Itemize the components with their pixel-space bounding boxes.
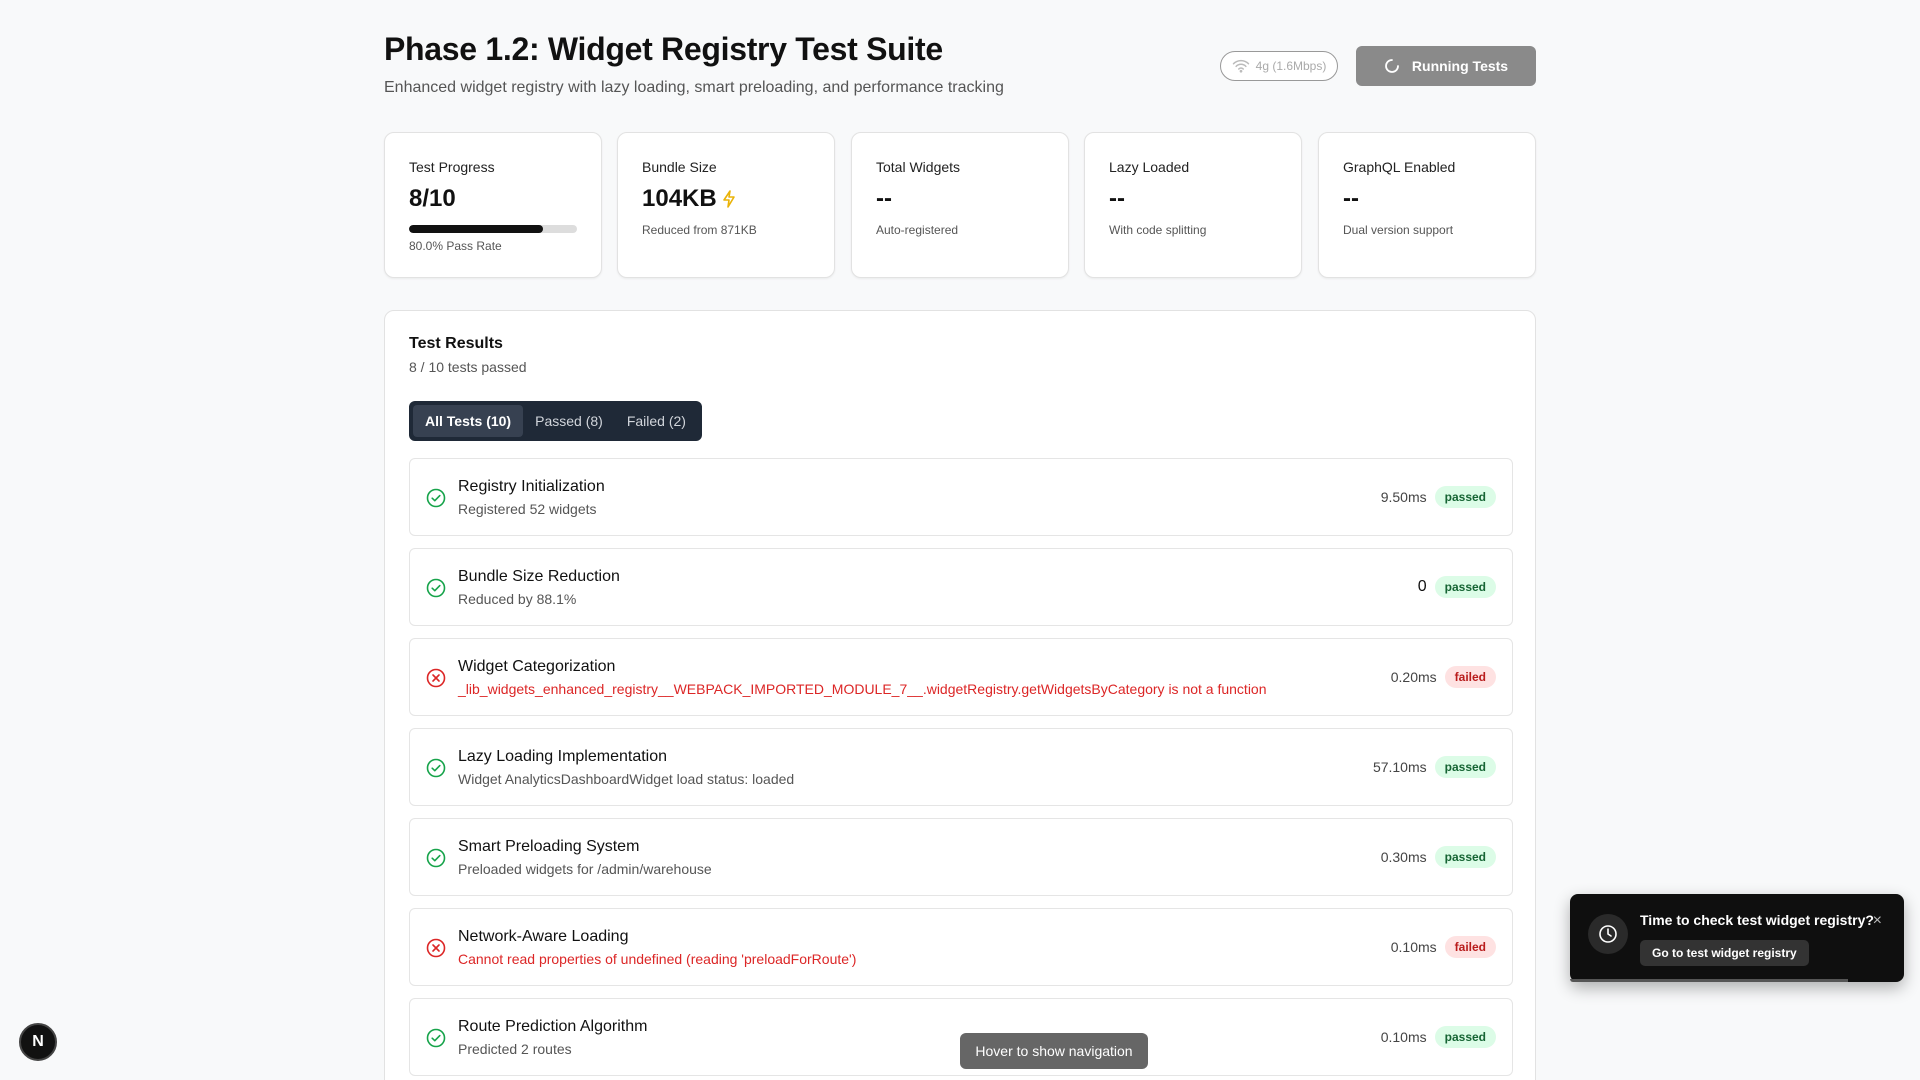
test-name: Widget Categorization: [458, 658, 616, 675]
stat-value: --: [1343, 185, 1359, 212]
status-badge: passed: [1434, 756, 1496, 778]
status-badge: passed: [1434, 846, 1496, 868]
test-detail: Registered 52 widgets: [458, 501, 597, 517]
stat-card-test-progress: Test Progress 8/10 80.0% Pass Rate: [384, 132, 602, 278]
check-circle-icon: [426, 848, 446, 868]
test-meta: 57.10ms passed: [1373, 756, 1496, 778]
stat-sub: Auto-registered: [876, 223, 959, 237]
status-badge: passed: [1434, 486, 1496, 508]
tab-all-tests[interactable]: All Tests (10): [413, 405, 524, 437]
run-tests-button[interactable]: Running Tests: [1356, 46, 1536, 86]
test-meta: 0.30ms passed: [1381, 846, 1496, 868]
stat-sub: With code splitting: [1109, 223, 1207, 237]
go-to-registry-button[interactable]: Go to test widget registry: [1640, 940, 1809, 966]
toast-timer-bar: [1570, 979, 1848, 982]
page-header: Phase 1.2: Widget Registry Test Suite En…: [384, 0, 1536, 132]
test-duration: 9.50ms: [1380, 489, 1427, 505]
stat-label: GraphQL Enabled: [1343, 159, 1456, 175]
test-detail: _lib_widgets_enhanced_registry__WEBPACK_…: [458, 681, 1267, 697]
page-subtitle: Enhanced widget registry with lazy loadi…: [384, 79, 1004, 96]
check-circle-icon: [426, 488, 446, 508]
run-tests-label: Running Tests: [1411, 58, 1509, 74]
stat-label: Lazy Loaded: [1109, 159, 1190, 175]
stat-sub: 80.0% Pass Rate: [409, 239, 502, 253]
stat-value: --: [1109, 185, 1125, 212]
stat-value: --: [876, 185, 892, 212]
test-detail: Widget AnalyticsDashboardWidget load sta…: [458, 771, 795, 787]
network-status-badge: 4g (1.6Mbps): [1220, 51, 1338, 81]
stat-label: Total Widgets: [876, 159, 961, 175]
bolt-icon: [722, 190, 735, 208]
tab-failed[interactable]: Failed (2): [615, 405, 698, 437]
test-row[interactable]: Network-Aware Loading Cannot read proper…: [409, 908, 1513, 986]
stat-value: 8/10: [409, 185, 456, 212]
stat-value: 104KB: [642, 185, 717, 212]
results-tabs: All Tests (10) Passed (8) Failed (2): [409, 401, 702, 441]
test-meta: 0.20ms failed: [1391, 666, 1496, 688]
test-duration: 0.10ms: [1390, 939, 1437, 955]
test-meta: 0.10ms passed: [1381, 1026, 1496, 1048]
x-circle-icon: [426, 938, 446, 958]
status-badge: failed: [1444, 936, 1496, 958]
network-label: 4g (1.6Mbps): [1255, 59, 1327, 73]
test-row[interactable]: Lazy Loading Implementation Widget Analy…: [409, 728, 1513, 806]
check-circle-icon: [426, 1028, 446, 1048]
main-container: Phase 1.2: Widget Registry Test Suite En…: [384, 0, 1536, 1080]
test-duration: 0.30ms: [1380, 849, 1427, 865]
reminder-toast: Time to check test widget registry? Go t…: [1570, 894, 1904, 982]
x-circle-icon: [426, 668, 446, 688]
test-row[interactable]: Smart Preloading System Preloaded widget…: [409, 818, 1513, 896]
check-circle-icon: [426, 758, 446, 778]
test-name: Registry Initialization: [458, 478, 605, 495]
close-icon[interactable]: ×: [1873, 912, 1882, 930]
test-detail: Preloaded widgets for /admin/warehouse: [458, 861, 712, 877]
test-duration: 57.10ms: [1372, 759, 1427, 775]
test-meta: 0 passed: [1418, 576, 1496, 598]
status-badge: failed: [1444, 666, 1496, 688]
test-name: Network-Aware Loading: [458, 928, 629, 945]
test-row[interactable]: Widget Categorization _lib_widgets_enhan…: [409, 638, 1513, 716]
stat-card-total-widgets: Total Widgets -- Auto-registered: [851, 132, 1069, 278]
spinner-icon: [1385, 59, 1399, 73]
tab-passed[interactable]: Passed (8): [523, 405, 615, 437]
stats-row: Test Progress 8/10 80.0% Pass Rate Bundl…: [384, 132, 1536, 278]
status-badge: passed: [1434, 576, 1496, 598]
clock-icon: [1588, 914, 1628, 954]
stat-card-lazy-loaded: Lazy Loaded -- With code splitting: [1084, 132, 1302, 278]
stat-sub: Dual version support: [1343, 223, 1454, 237]
test-meta: 9.50ms passed: [1381, 486, 1496, 508]
hover-nav-hint: Hover to show navigation: [960, 1033, 1148, 1069]
status-badge: passed: [1434, 1026, 1496, 1048]
results-title: Test Results: [409, 335, 503, 352]
test-duration: 0: [1417, 578, 1427, 595]
test-results-panel: Test Results 8 / 10 tests passed All Tes…: [384, 310, 1536, 1080]
test-detail: Cannot read properties of undefined (rea…: [458, 951, 857, 967]
test-duration: 0.20ms: [1390, 669, 1437, 685]
test-detail: Predicted 2 routes: [458, 1041, 572, 1057]
stat-label: Test Progress: [409, 159, 495, 175]
progress-fill: [409, 225, 544, 233]
stat-card-graphql-enabled: GraphQL Enabled -- Dual version support: [1318, 132, 1536, 278]
stat-label: Bundle Size: [642, 159, 717, 175]
test-row[interactable]: Registry Initialization Registered 52 wi…: [409, 458, 1513, 536]
test-meta: 0.10ms failed: [1391, 936, 1496, 958]
test-name: Lazy Loading Implementation: [458, 748, 668, 765]
test-name: Smart Preloading System: [458, 838, 640, 855]
test-name: Bundle Size Reduction: [458, 568, 620, 585]
next-dev-indicator[interactable]: N: [19, 1023, 57, 1061]
progress-bar: [409, 225, 577, 233]
test-row[interactable]: Bundle Size Reduction Reduced by 88.1% 0…: [409, 548, 1513, 626]
results-summary: 8 / 10 tests passed: [409, 359, 527, 375]
test-duration: 0.10ms: [1380, 1029, 1427, 1045]
test-detail: Reduced by 88.1%: [458, 591, 577, 607]
test-name: Route Prediction Algorithm: [458, 1018, 648, 1035]
wifi-icon: [1232, 59, 1249, 73]
stat-value-row: 104KB: [642, 185, 737, 213]
toast-message: Time to check test widget registry?: [1640, 912, 1874, 928]
stat-card-bundle-size: Bundle Size 104KB Reduced from 871KB: [617, 132, 835, 278]
check-circle-icon: [426, 578, 446, 598]
stat-sub: Reduced from 871KB: [642, 223, 757, 237]
page-title: Phase 1.2: Widget Registry Test Suite: [384, 31, 943, 67]
